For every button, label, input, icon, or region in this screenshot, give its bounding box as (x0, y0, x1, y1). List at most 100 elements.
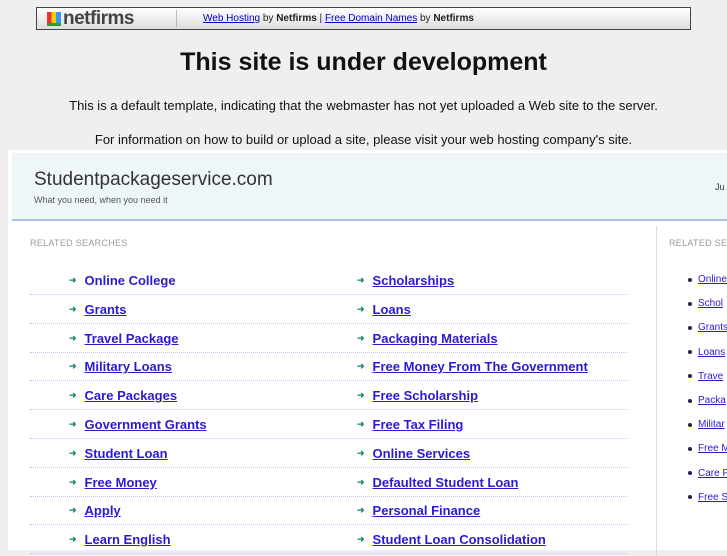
side-link[interactable]: Schol (698, 298, 723, 309)
related-link[interactable]: Scholarships (373, 273, 455, 288)
related-link-item: ➜ Defaulted Student Loan (357, 475, 518, 490)
side-link[interactable]: Free M (698, 443, 727, 454)
arrow-icon: ➜ (357, 275, 365, 285)
related-link-item: ➜ Free Money (69, 475, 157, 490)
arrow-icon: ➜ (69, 419, 77, 429)
arrow-icon: ➜ (357, 476, 365, 487)
side-link-item: Free M (688, 443, 727, 454)
netfirms-logo-icon (47, 11, 61, 26)
brand-text: Netfirms (433, 13, 474, 24)
table-row: ➜ Care Packages ➜ Free Scholarship (30, 381, 628, 411)
site-name[interactable]: Studentpackageservice.com (34, 169, 273, 191)
arrow-icon: ➜ (357, 332, 365, 343)
related-link-item: ➜ Care Packages (69, 388, 177, 403)
side-link[interactable]: Loans (698, 347, 725, 358)
table-row: ➜ Free Money ➜ Defaulted Student Loan (30, 468, 628, 497)
related-link-item: ➜ Online Services (357, 446, 470, 461)
page-title: This site is under development (180, 48, 547, 76)
related-link[interactable]: Free Tax Filing (373, 417, 464, 432)
bullet-icon (688, 350, 692, 355)
related-link[interactable]: Care Packages (85, 388, 178, 403)
side-link-item: Free S (688, 492, 727, 503)
bullet-icon (688, 471, 692, 476)
related-link[interactable]: Free Money From The Government (373, 359, 588, 374)
related-link-item: ➜ Government Grants (69, 417, 207, 432)
related-link[interactable]: Apply (85, 503, 121, 518)
related-link-item: ➜ Grants (69, 302, 126, 317)
related-link[interactable]: Free Scholarship (373, 388, 478, 403)
related-link-item: ➜ Free Money From The Government (357, 359, 588, 374)
bullet-icon (688, 398, 692, 403)
side-link[interactable]: Free S (698, 492, 727, 503)
related-link[interactable]: Free Money (85, 475, 157, 490)
related-link-item: ➜ Apply (69, 503, 121, 518)
related-link-item: ➜ Student Loan (69, 446, 168, 461)
info-text-1: This is a default template, indicating t… (69, 98, 658, 113)
related-link[interactable]: Defaulted Student Loan (373, 475, 519, 490)
table-row: ➜ Military Loans ➜ Free Money From The Gov… (30, 352, 628, 382)
table-row: ➜ Student Loan ➜ Online Services (30, 439, 628, 468)
arrow-icon: ➜ (69, 275, 77, 285)
table-row: ➜ Grants ➜ Loans (30, 295, 628, 324)
related-link[interactable]: Military Loans (85, 359, 172, 374)
side-link-item: Loans (688, 347, 725, 358)
related-link[interactable]: Grants (85, 302, 127, 317)
arrow-icon: ➜ (69, 303, 77, 314)
related-link[interactable]: Loans (373, 302, 411, 317)
info-text-2: For information on how to build or uploa… (94, 132, 633, 147)
related-searches-label: RELATED SEARCHES (30, 238, 128, 248)
related-searches-label-right: RELATED SE (669, 238, 727, 248)
side-link-item: Militar (688, 419, 725, 430)
related-link[interactable]: Government Grants (85, 417, 207, 432)
table-row: ➜ Online College ➜ Scholarships (30, 266, 628, 295)
side-link-item: Care P (688, 468, 727, 479)
related-link[interactable]: Personal Finance (373, 503, 481, 518)
side-link[interactable]: Militar (698, 419, 725, 430)
header-right-text: Ju (715, 182, 725, 192)
web-hosting-link[interactable]: Web Hosting (203, 13, 260, 24)
table-row: ➜ Learn English ➜ Student Loan Consolidati… (30, 525, 628, 555)
related-link-item: ➜ Free Scholarship (357, 388, 478, 403)
related-link[interactable]: Online Services (373, 446, 471, 461)
side-link[interactable]: Trave (698, 371, 723, 382)
related-link[interactable]: Online College (85, 273, 176, 288)
site-header: Studentpackageservice.com What you need,… (12, 153, 727, 221)
column-divider (656, 226, 657, 556)
bullet-icon (688, 301, 692, 306)
side-link[interactable]: Packa (698, 395, 726, 406)
netfirms-logo[interactable]: netfirms (37, 8, 177, 29)
related-link[interactable]: Travel Package (85, 331, 179, 346)
banner-links: Web Hosting by Netfirms | Free Domain Na… (177, 13, 474, 24)
side-link[interactable]: Care P (698, 468, 727, 479)
brand-text: Netfirms (276, 13, 317, 24)
related-link-item: ➜ Scholarships (357, 273, 454, 288)
by-text: by (417, 13, 434, 24)
table-row: ➜ Travel Package ➜ Packaging Materials (30, 324, 628, 353)
arrow-icon: ➜ (357, 534, 365, 545)
arrow-icon: ➜ (69, 505, 77, 516)
arrow-icon: ➜ (69, 390, 77, 401)
arrow-icon: ➜ (69, 361, 77, 372)
related-link[interactable]: Student Loan (85, 446, 168, 461)
parked-page: Studentpackageservice.com What you need,… (8, 150, 727, 556)
related-link-item: ➜ Packaging Materials (357, 331, 498, 346)
related-link-item: ➜ Loans (357, 302, 411, 317)
free-domain-link[interactable]: Free Domain Names (325, 13, 417, 24)
side-link[interactable]: Grants (698, 322, 727, 333)
arrow-icon: ➜ (69, 332, 77, 343)
netfirms-banner: netfirms Web Hosting by Netfirms | Free … (36, 7, 691, 30)
by-text: by (260, 13, 277, 24)
related-link-item: ➜ Personal Finance (357, 503, 480, 518)
separator: | (316, 13, 325, 24)
table-row: ➜ Apply ➜ Personal Finance (30, 496, 628, 526)
related-link-item: ➜ Travel Package (69, 331, 179, 346)
side-link[interactable]: Online (698, 274, 727, 285)
related-link-item: ➜ Military Loans (69, 359, 172, 374)
bullet-icon (688, 325, 692, 330)
side-link-item: Packa (688, 395, 726, 406)
related-link[interactable]: Packaging Materials (373, 331, 498, 346)
site-tagline: What you need, when you need it (34, 195, 168, 205)
side-link-item: Grants (688, 322, 727, 333)
arrow-icon: ➜ (69, 447, 77, 458)
arrow-icon: ➜ (357, 505, 365, 516)
